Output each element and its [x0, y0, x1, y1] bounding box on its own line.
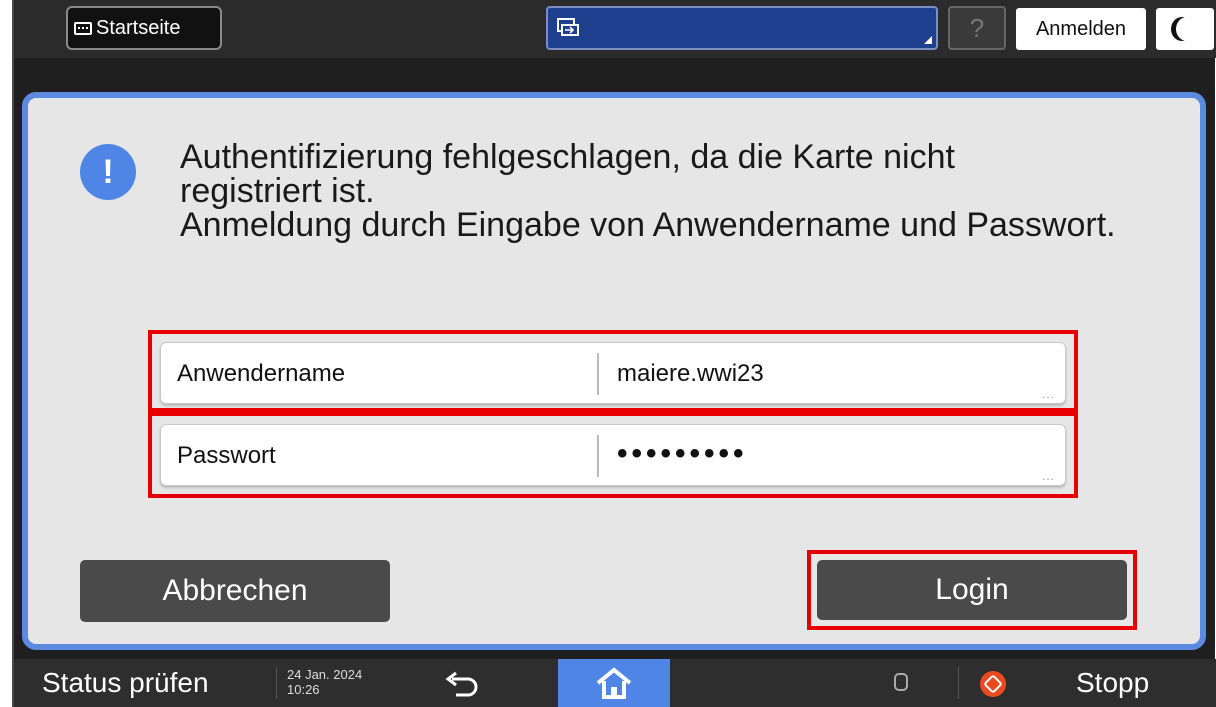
home-button[interactable]: [558, 659, 670, 707]
stop-button[interactable]: Stopp: [1076, 659, 1149, 707]
data-indicator-icon: [894, 673, 908, 691]
username-value: maiere.wwi23: [617, 360, 764, 387]
username-field[interactable]: Anwendername maiere.wwi23 ...: [160, 342, 1066, 404]
bottom-bar: Status prüfen 24 Jan. 2024 10:26 Stopp: [14, 659, 1216, 707]
status-check-button[interactable]: Status prüfen: [42, 659, 209, 707]
message-line-1: Authentifizierung fehlgeschlagen, da die…: [180, 138, 955, 176]
top-bar: Startseite ? Anmelden: [14, 0, 1216, 58]
device-screen: Startseite ? Anmelden ! Authentifizierun…: [12, 0, 1216, 707]
more-icon: ...: [1041, 469, 1055, 483]
stop-icon: [980, 671, 1006, 697]
dropdown-corner-icon: [924, 36, 932, 44]
login-button-top[interactable]: Anmelden: [1016, 8, 1146, 50]
more-icon: ...: [1041, 387, 1055, 401]
date-label: 24 Jan. 2024: [287, 667, 363, 682]
divider: [276, 667, 277, 699]
moon-icon: [1176, 17, 1198, 41]
info-exclamation-icon: !: [80, 144, 136, 200]
date-time: 24 Jan. 2024 10:26: [287, 667, 362, 697]
time-label: 10:26: [287, 682, 320, 697]
authentication-dialog: ! Authentifizierung fehlgeschlagen, da d…: [22, 92, 1206, 650]
error-message: Authentifizierung fehlgeschlagen, da die…: [180, 140, 1180, 242]
message-line-3: Anmeldung durch Eingabe von Anwendername…: [180, 206, 1116, 244]
cancel-button[interactable]: Abbrechen: [80, 560, 390, 622]
keyboard-icon: [74, 21, 92, 35]
password-highlight: Passwort ••••••••• ...: [148, 412, 1078, 498]
password-label: Passwort: [177, 442, 276, 469]
message-line-2: registriert ist.: [180, 172, 375, 210]
home-screen-button[interactable]: Startseite: [66, 6, 222, 50]
screen-select-dropdown[interactable]: [546, 6, 938, 50]
screen-switch-icon: [557, 18, 579, 36]
password-field[interactable]: Passwort ••••••••• ...: [160, 424, 1066, 486]
username-highlight: Anwendername maiere.wwi23 ...: [148, 330, 1078, 412]
sleep-button[interactable]: [1156, 8, 1214, 50]
home-screen-label: Startseite: [96, 17, 181, 39]
login-highlight: Login: [807, 550, 1137, 630]
field-divider: [597, 353, 599, 395]
login-button[interactable]: Login: [817, 560, 1127, 620]
field-divider: [597, 435, 599, 477]
back-arrow-icon[interactable]: [442, 671, 482, 699]
password-value: •••••••••: [617, 437, 748, 470]
home-icon: [596, 667, 632, 699]
divider: [958, 667, 959, 699]
username-label: Anwendername: [177, 360, 346, 387]
help-button[interactable]: ?: [948, 6, 1006, 50]
